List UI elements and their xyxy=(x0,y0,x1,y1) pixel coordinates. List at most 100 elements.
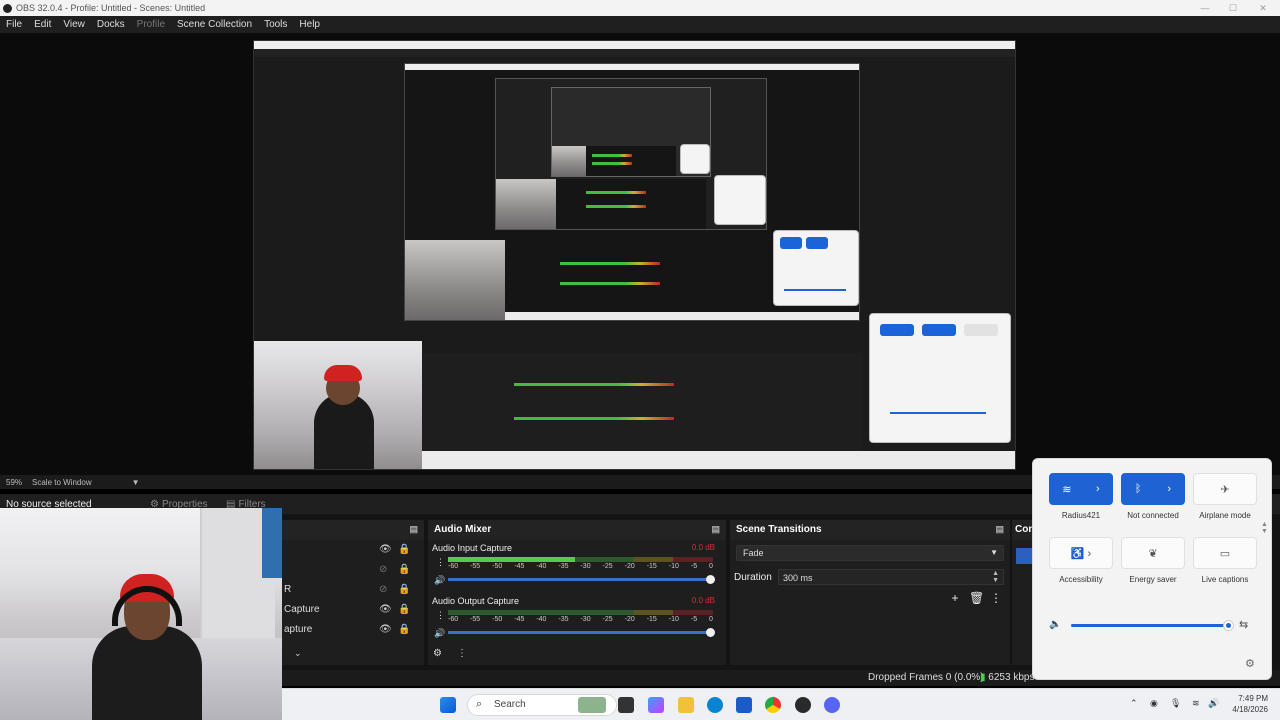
audio-mixer-dock: Audio Mixer ▤ xyxy=(428,520,726,665)
chevron-down-icon[interactable]: ▼ xyxy=(132,478,140,487)
airplane-mode-tile[interactable]: ✈ xyxy=(1193,473,1257,505)
source-row[interactable]: ⊘ 🔒 xyxy=(282,564,422,580)
copilot-icon[interactable] xyxy=(648,697,664,713)
wifi-icon[interactable]: ≋ xyxy=(1192,698,1200,709)
zoom-level[interactable]: 59% xyxy=(6,478,22,487)
scale-tick: -50 xyxy=(492,616,503,623)
window-titlebar: OBS 32.0.4 - Profile: Untitled - Scenes:… xyxy=(0,0,1280,16)
taskbar-clock[interactable]: 7:49 PM 4/18/2026 xyxy=(1232,693,1268,715)
edge-icon[interactable] xyxy=(707,697,723,713)
scale-tick: -10 xyxy=(668,616,679,623)
channel-db: 0.0 dB xyxy=(691,596,715,605)
kebab-menu-icon[interactable]: ⋮ xyxy=(989,591,1003,605)
scale-tick: -40 xyxy=(536,616,547,623)
lock-icon[interactable]: 🔒 xyxy=(398,564,410,575)
scale-tick: -30 xyxy=(580,616,591,623)
menu-bar: File Edit View Docks Profile Scene Colle… xyxy=(0,16,1280,33)
volume-slider[interactable] xyxy=(1071,621,1233,630)
source-row[interactable]: Capture 👁 🔒 xyxy=(282,604,422,620)
bluetooth-tile[interactable]: ᛒ › xyxy=(1121,473,1185,505)
microphone-icon[interactable]: 🎙 xyxy=(1170,698,1181,709)
menu-profile[interactable]: Profile xyxy=(131,19,171,30)
audio-output-icon[interactable]: ⇆ xyxy=(1239,618,1248,631)
scale-tick: -15 xyxy=(646,563,657,570)
preview-canvas[interactable] xyxy=(253,40,1016,470)
tile-label: Live captions xyxy=(1201,575,1249,584)
lock-icon[interactable]: 🔒 xyxy=(398,584,410,595)
eye-icon[interactable]: 👁 xyxy=(379,604,392,615)
transition-select[interactable]: Fade ▼ xyxy=(736,545,1004,561)
menu-help[interactable]: Help xyxy=(293,19,326,30)
menu-file[interactable]: File xyxy=(0,19,28,30)
dock-menu-icon[interactable]: ▤ xyxy=(995,524,1004,535)
volume-slider[interactable] xyxy=(448,628,715,637)
menu-edit[interactable]: Edit xyxy=(28,19,57,30)
nested-preview-2 xyxy=(495,78,767,230)
dock-menu-icon[interactable]: ▤ xyxy=(711,524,720,535)
search-label: Search xyxy=(494,699,526,710)
add-transition-button[interactable]: + xyxy=(948,591,962,605)
trash-icon[interactable]: 🗑 xyxy=(969,591,984,605)
chevron-up-icon[interactable]: ⌃ xyxy=(1130,698,1138,709)
eye-icon[interactable]: 👁 xyxy=(379,624,392,635)
duration-label: Duration xyxy=(734,572,772,583)
store-icon[interactable] xyxy=(736,697,752,713)
clock-date: 4/18/2026 xyxy=(1232,705,1268,714)
windows-start-icon[interactable] xyxy=(440,697,456,713)
scroll-arrows-icon[interactable]: ▲ ▼ xyxy=(1261,521,1268,535)
tray-app-icon[interactable]: ◉ xyxy=(1150,698,1158,709)
nested-docks xyxy=(422,353,862,451)
task-view-icon[interactable] xyxy=(618,697,634,713)
kebab-menu-icon[interactable]: ⋮ xyxy=(436,557,445,568)
duration-input[interactable]: 300 ms ▲ ▼ xyxy=(778,569,1004,585)
menu-scene-collection[interactable]: Scene Collection xyxy=(171,19,258,30)
file-explorer-icon[interactable] xyxy=(678,697,694,713)
scale-tick: -10 xyxy=(668,563,679,570)
scale-mode[interactable]: Scale to Window xyxy=(32,478,92,487)
obs-icon[interactable] xyxy=(795,697,811,713)
widgets-icon[interactable] xyxy=(578,697,606,713)
speaker-icon[interactable]: 🔊 xyxy=(434,575,445,586)
mixer-settings-icon[interactable]: ⚙ xyxy=(433,648,442,659)
minimize-button[interactable]: — xyxy=(1190,0,1220,16)
chrome-icon[interactable] xyxy=(765,697,781,713)
spinner-arrows-icon[interactable]: ▲ ▼ xyxy=(992,570,999,584)
gear-icon[interactable]: ⚙ xyxy=(1245,657,1255,670)
kebab-menu-icon[interactable]: ⋮ xyxy=(436,610,445,621)
chevron-right-icon: › xyxy=(1096,483,1100,495)
source-row[interactable]: 👁 🔒 xyxy=(282,544,422,560)
lock-icon[interactable]: 🔒 xyxy=(398,604,410,615)
dock-menu-icon[interactable]: ▤ xyxy=(409,524,418,535)
scale-tick: -15 xyxy=(646,616,657,623)
chevron-down-icon: ▼ xyxy=(990,548,998,557)
menu-docks[interactable]: Docks xyxy=(91,19,131,30)
source-row[interactable]: R ⊘ 🔒 xyxy=(282,584,422,600)
eye-icon[interactable]: 👁 xyxy=(379,544,392,555)
chevron-right-icon: › xyxy=(1167,483,1172,495)
wifi-tile[interactable]: ≋ › xyxy=(1049,473,1113,505)
menu-tools[interactable]: Tools xyxy=(258,19,293,30)
accessibility-tile[interactable]: ♿ › xyxy=(1049,537,1113,569)
speaker-icon[interactable]: 🔈 xyxy=(1049,619,1061,630)
menu-view[interactable]: View xyxy=(57,19,91,30)
duration-value: 300 ms xyxy=(783,573,813,583)
lock-icon[interactable]: 🔒 xyxy=(398,624,410,635)
speaker-icon[interactable]: 🔊 xyxy=(1208,698,1219,709)
accessibility-icon: ♿ › xyxy=(1070,547,1092,560)
live-captions-tile[interactable]: ▭ xyxy=(1193,537,1257,569)
source-row[interactable]: apture 👁 🔒 xyxy=(282,624,422,640)
volume-slider[interactable] xyxy=(448,575,715,584)
close-button[interactable]: ✕ xyxy=(1248,0,1278,16)
channel-name: Audio Output Capture xyxy=(432,596,520,606)
quick-settings-flyout: ≋ › ᛒ › ✈ Radius421 Not connected Airplane… xyxy=(1032,458,1272,680)
eye-hidden-icon[interactable]: ⊘ xyxy=(379,584,387,595)
discord-icon[interactable] xyxy=(824,697,840,713)
lock-icon[interactable]: 🔒 xyxy=(398,544,410,555)
kebab-menu-icon[interactable]: ⋮ xyxy=(457,648,467,659)
energy-saver-tile[interactable]: ❦ xyxy=(1121,537,1185,569)
chevron-down-icon[interactable]: ⌄ xyxy=(294,648,302,659)
scene-transitions-dock: Scene Transitions ▤ xyxy=(730,520,1010,665)
speaker-icon[interactable]: 🔊 xyxy=(434,628,445,639)
maximize-button[interactable]: ☐ xyxy=(1218,0,1248,16)
eye-hidden-icon[interactable]: ⊘ xyxy=(379,564,387,575)
